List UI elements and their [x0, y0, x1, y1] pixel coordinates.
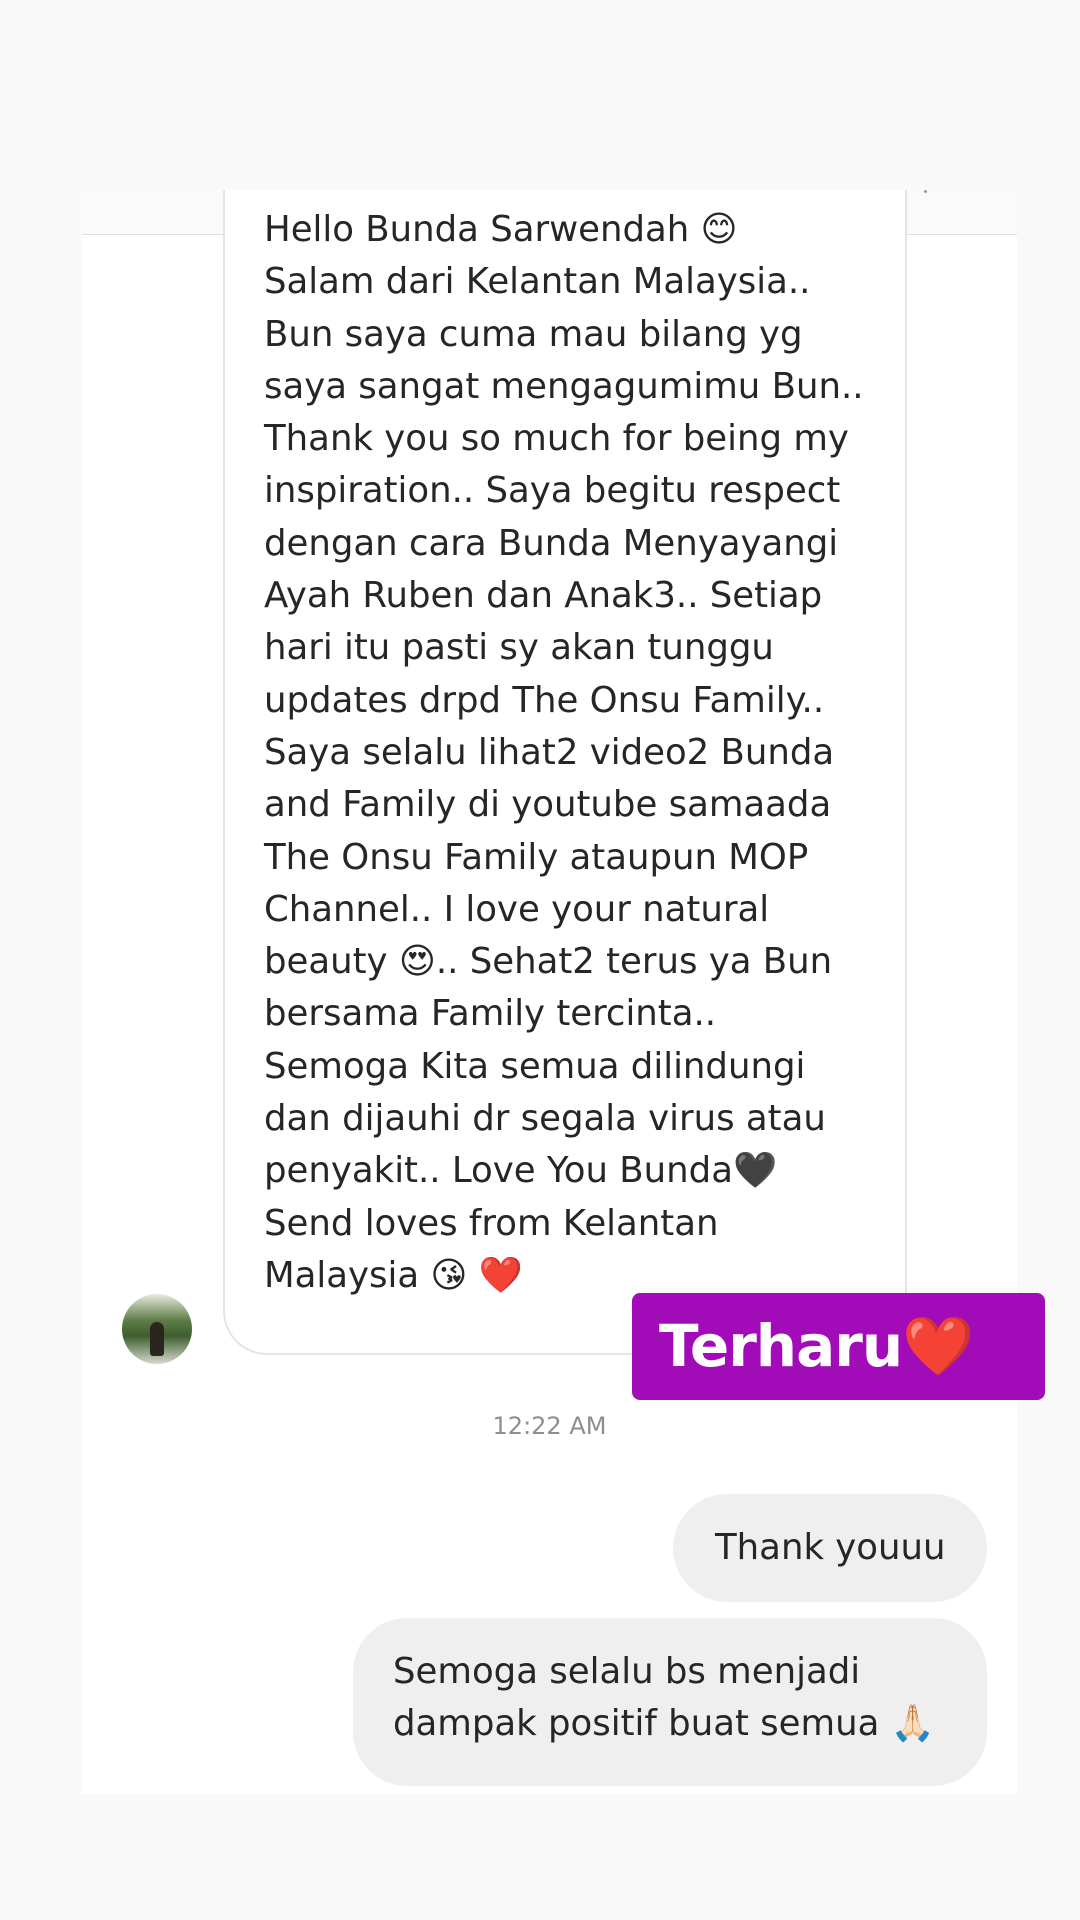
incoming-message-text: Hello Bunda Sarwendah 😊 Salam dari Kelan… [264, 209, 864, 1296]
outgoing-message-bubble[interactable]: Thank youuu [673, 1494, 987, 1602]
terharu-sticker: Terharu❤️ [632, 1293, 1045, 1400]
sender-avatar[interactable] [122, 1294, 192, 1364]
message-timestamp: 12:22 AM [492, 1412, 607, 1440]
chat-thread: Hello Bunda Sarwendah 😊 Salam dari Kelan… [82, 190, 1017, 1794]
avatar-photo-figure [150, 1322, 164, 1356]
incoming-message-bubble[interactable]: Hello Bunda Sarwendah 😊 Salam dari Kelan… [223, 190, 907, 1355]
scroll-indicator-dot [924, 190, 927, 193]
outgoing-message-bubble[interactable]: Semoga selalu bs menjadi dampak positif … [353, 1618, 987, 1786]
